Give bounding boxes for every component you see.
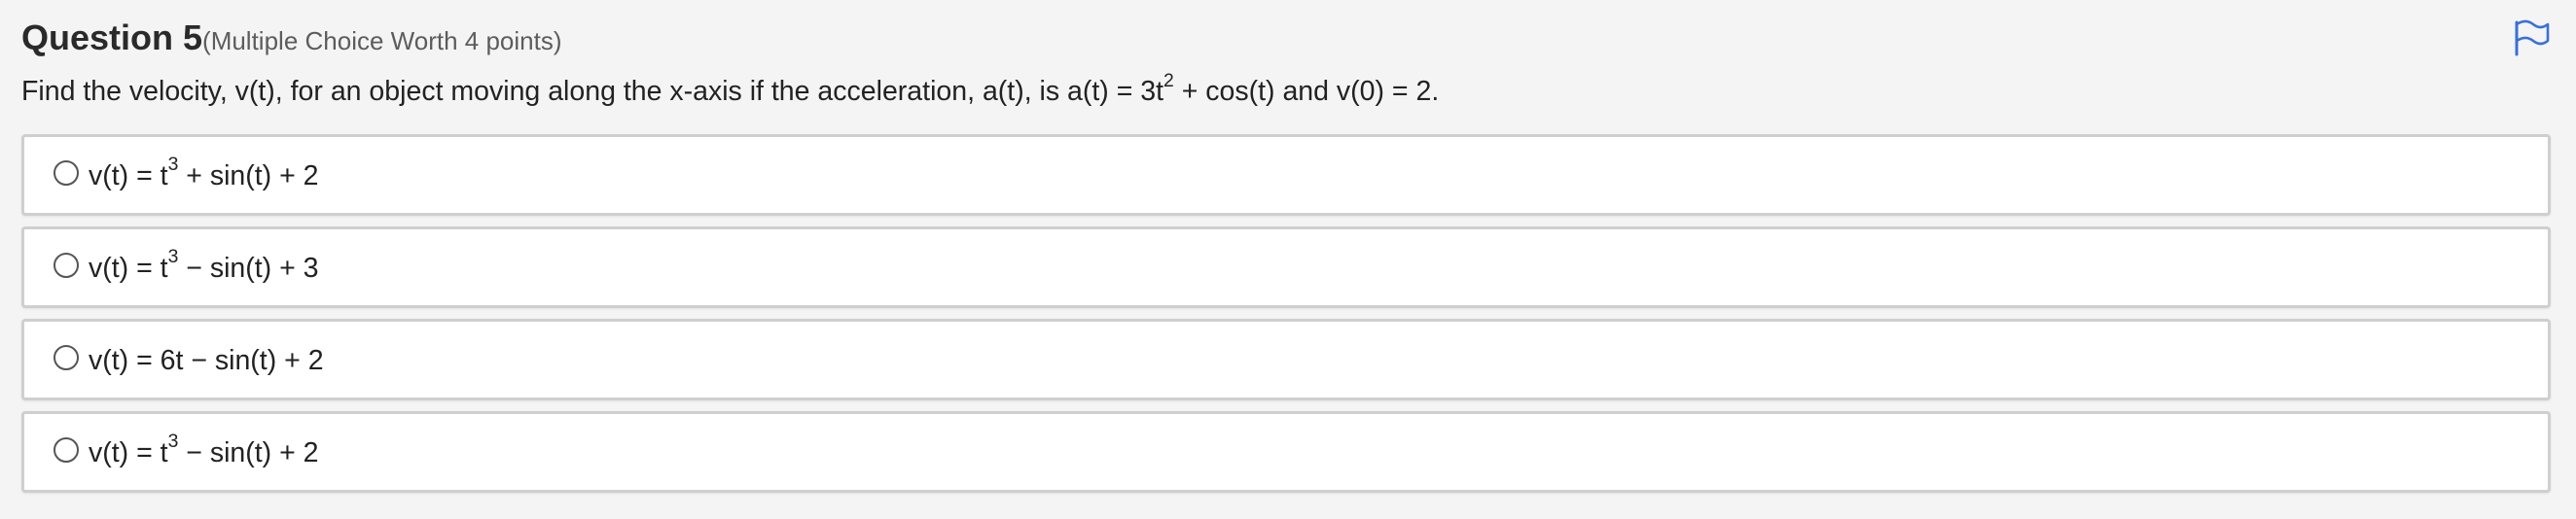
answer-option-4[interactable]: v(t) = t3 − sin(t) + 2 xyxy=(21,411,2551,493)
radio-button[interactable] xyxy=(54,345,79,370)
radio-button[interactable] xyxy=(54,160,79,186)
question-prompt: Find the velocity, v(t), for an object m… xyxy=(21,71,1440,108)
prompt-text-start: Find the velocity, v(t), for an object m… xyxy=(21,76,1164,107)
answer-option-label: v(t) = t3 − sin(t) + 3 xyxy=(89,247,319,285)
question-number: Question 5 xyxy=(21,17,203,57)
option-text-start: v(t) = t xyxy=(89,436,168,468)
option-text-end: − sin(t) + 3 xyxy=(178,252,319,284)
prompt-exponent: 2 xyxy=(1163,69,1174,91)
radio-button[interactable] xyxy=(54,253,79,278)
question-meta: (Multiple Choice Worth 4 points) xyxy=(202,26,562,55)
answer-option-1[interactable]: v(t) = t3 + sin(t) + 2 xyxy=(21,134,2551,216)
answer-option-label: v(t) = t3 − sin(t) + 2 xyxy=(89,432,319,469)
flag-icon xyxy=(2515,19,2550,56)
option-text-end: + sin(t) + 2 xyxy=(178,159,319,191)
option-exponent: 3 xyxy=(167,431,179,453)
answer-options: v(t) = t3 + sin(t) + 2 v(t) = t3 − sin(t… xyxy=(21,134,2551,503)
answer-option-label: v(t) = 6t − sin(t) + 2 xyxy=(89,345,324,377)
answer-option-label: v(t) = t3 + sin(t) + 2 xyxy=(89,155,319,192)
option-text-start: v(t) = t xyxy=(89,252,168,284)
option-text-start: v(t) = t xyxy=(89,159,168,191)
option-text-end: − sin(t) + 2 xyxy=(178,436,319,468)
option-exponent: 3 xyxy=(167,154,179,176)
radio-button[interactable] xyxy=(54,437,79,463)
option-exponent: 3 xyxy=(167,246,179,268)
option-text-start: v(t) = 6t − sin(t) + 2 xyxy=(89,344,324,376)
flag-question-button[interactable] xyxy=(2512,19,2551,56)
answer-option-3[interactable]: v(t) = 6t − sin(t) + 2 xyxy=(21,319,2551,400)
question-header: Question 5 (Multiple Choice Worth 4 poin… xyxy=(21,17,561,58)
prompt-text-end: + cos(t) and v(0) = 2. xyxy=(1173,76,1440,107)
answer-option-2[interactable]: v(t) = t3 − sin(t) + 3 xyxy=(21,226,2551,308)
